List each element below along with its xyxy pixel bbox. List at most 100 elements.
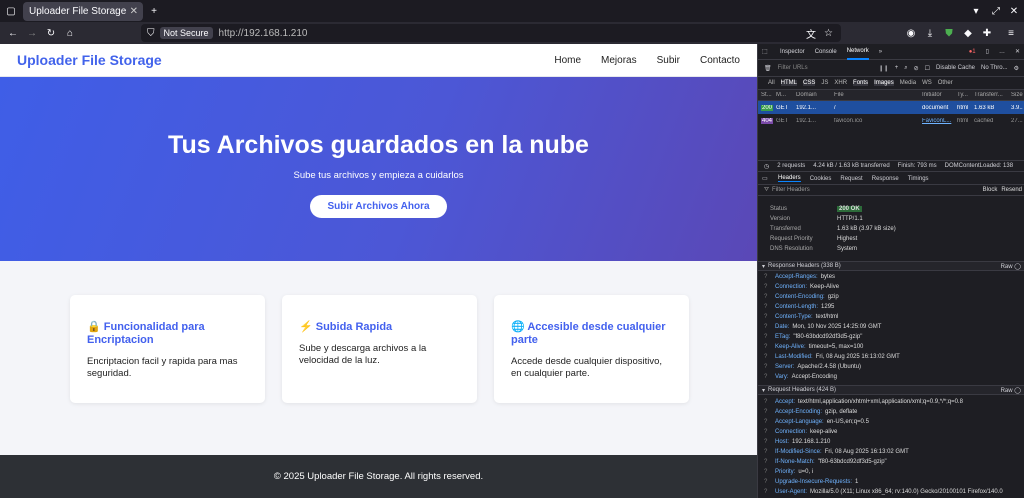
sidebar-toggle-icon[interactable]: ▭: [762, 175, 768, 182]
filter-html[interactable]: HTML: [780, 80, 798, 86]
filter-fonts[interactable]: Fonts: [853, 80, 869, 86]
trash-icon[interactable]: 🗑: [764, 65, 772, 72]
filter-css[interactable]: CSS: [803, 80, 816, 86]
request-initiator[interactable]: FaviconL...: [919, 118, 954, 124]
help-icon[interactable]: ?: [764, 314, 775, 320]
disable-cache-label[interactable]: Disable Cache: [936, 65, 975, 71]
new-tab-icon[interactable]: +: [146, 0, 162, 22]
filter-other[interactable]: Other: [938, 80, 953, 86]
filter-media[interactable]: Media: [900, 80, 916, 86]
block-button[interactable]: Block: [983, 187, 998, 193]
close-window-icon[interactable]: ✕: [1006, 0, 1022, 22]
help-icon[interactable]: ?: [764, 304, 775, 310]
filter-js[interactable]: JS: [821, 80, 828, 86]
col-file[interactable]: File: [831, 92, 919, 98]
filter-headers-input[interactable]: Filter Headers: [772, 187, 810, 193]
help-icon[interactable]: ?: [764, 274, 775, 280]
response-headers-section[interactable]: ▾ Response Headers (338 B) Raw ◯: [758, 261, 1024, 271]
tab-headers[interactable]: Headers: [778, 175, 801, 182]
help-icon[interactable]: ?: [764, 489, 775, 495]
shield-icon[interactable]: ⛉: [147, 28, 155, 39]
help-icon[interactable]: ?: [764, 479, 775, 485]
block-icon[interactable]: ⊘: [914, 65, 919, 72]
more-tabs-icon[interactable]: »: [879, 49, 882, 55]
back-icon[interactable]: ←: [5, 22, 21, 44]
tab-network[interactable]: Network: [846, 44, 869, 60]
help-icon[interactable]: ?: [764, 324, 775, 330]
settings-gear-icon[interactable]: ⚙: [1014, 65, 1019, 72]
col-size[interactable]: Size: [1008, 92, 1023, 98]
filter-ws[interactable]: WS: [922, 80, 932, 86]
tab-list-icon[interactable]: ▢: [3, 0, 19, 22]
close-devtools-icon[interactable]: ✕: [1015, 48, 1024, 55]
menu-icon[interactable]: ≡: [1003, 22, 1019, 44]
tab-request[interactable]: Request: [840, 176, 862, 182]
filter-all[interactable]: All: [768, 80, 775, 86]
devtools-options-icon[interactable]: …: [999, 49, 1005, 55]
responsive-mode-icon[interactable]: ▯: [986, 48, 989, 55]
col-transferred[interactable]: Transferr...: [971, 92, 1008, 98]
url-text[interactable]: http://192.168.1.210: [219, 28, 308, 39]
help-icon[interactable]: ?: [764, 344, 775, 350]
reload-icon[interactable]: ↻: [43, 22, 59, 44]
col-initiator[interactable]: Initiator: [919, 92, 954, 98]
help-icon[interactable]: ?: [764, 439, 775, 445]
search-icon[interactable]: ⌕: [904, 65, 907, 72]
tab-timings[interactable]: Timings: [908, 176, 929, 182]
bookmark-star-icon[interactable]: ☆: [824, 28, 833, 39]
help-icon[interactable]: ?: [764, 399, 775, 405]
help-icon[interactable]: ?: [764, 429, 775, 435]
resend-button[interactable]: Resend: [1001, 187, 1022, 193]
filter-urls-input[interactable]: Filter URLs: [778, 65, 873, 71]
nav-link-subir[interactable]: Subir: [657, 55, 680, 66]
tab-response[interactable]: Response: [872, 176, 899, 182]
help-icon[interactable]: ?: [764, 409, 775, 415]
nav-link-home[interactable]: Home: [554, 55, 581, 66]
nav-link-contacto[interactable]: Contacto: [700, 55, 740, 66]
upload-now-button[interactable]: Subir Archivos Ahora: [310, 195, 447, 218]
col-status[interactable]: St...: [758, 92, 773, 98]
raw-toggle[interactable]: ◯: [1014, 264, 1021, 270]
extension-icon[interactable]: ◆: [960, 22, 976, 44]
help-icon[interactable]: ?: [764, 364, 775, 370]
help-icon[interactable]: ?: [764, 469, 775, 475]
disable-cache-checkbox[interactable]: ☐: [925, 65, 930, 72]
filter-xhr[interactable]: XHR: [834, 80, 847, 86]
request-row[interactable]: 200 GET 192.1... / document html 1.63 kB…: [758, 101, 1024, 114]
throttle-select[interactable]: No Thro...: [981, 65, 1008, 71]
error-count-icon[interactable]: ●1: [969, 49, 976, 55]
col-type[interactable]: Ty...: [954, 92, 971, 98]
help-icon[interactable]: ?: [764, 294, 775, 300]
raw-toggle[interactable]: ◯: [1014, 388, 1021, 394]
close-tab-icon[interactable]: ✕: [130, 6, 138, 17]
tab-cookies[interactable]: Cookies: [810, 176, 832, 182]
extensions-puzzle-icon[interactable]: ✚: [979, 22, 995, 44]
pick-element-icon[interactable]: ⬚: [762, 48, 768, 55]
home-icon[interactable]: ⌂: [62, 22, 78, 44]
help-icon[interactable]: ?: [764, 284, 775, 290]
site-brand[interactable]: Uploader File Storage: [17, 52, 162, 68]
help-icon[interactable]: ?: [764, 419, 775, 425]
browser-tab[interactable]: Uploader File Storage ✕: [23, 2, 143, 21]
col-method[interactable]: M...: [773, 92, 793, 98]
extension-shield-icon[interactable]: ⛊: [941, 22, 957, 44]
nav-link-mejoras[interactable]: Mejoras: [601, 55, 637, 66]
forward-icon[interactable]: →: [24, 22, 40, 44]
address-bar[interactable]: ⛉ Not Secure http://192.168.1.210 文 ☆: [141, 24, 841, 42]
col-domain[interactable]: Domain: [793, 92, 831, 98]
request-row[interactable]: 404 GET 192.1... favicon.ico FaviconL...…: [758, 114, 1024, 127]
tab-inspector[interactable]: Inspector: [780, 49, 805, 55]
help-icon[interactable]: ?: [764, 449, 775, 455]
add-icon[interactable]: +: [895, 65, 899, 71]
help-icon[interactable]: ?: [764, 459, 775, 465]
maximize-icon[interactable]: ⤢: [988, 0, 1004, 22]
minimize-icon[interactable]: ▾: [968, 0, 984, 22]
request-headers-section[interactable]: ▾ Request Headers (424 B) Raw ◯: [758, 385, 1024, 395]
help-icon[interactable]: ?: [764, 374, 775, 380]
performance-icon[interactable]: ◷: [764, 163, 769, 170]
help-icon[interactable]: ?: [764, 354, 775, 360]
pocket-icon[interactable]: ◉: [903, 22, 919, 44]
translate-icon[interactable]: 文: [806, 26, 816, 41]
not-secure-badge[interactable]: Not Secure: [159, 27, 213, 39]
tab-console[interactable]: Console: [815, 49, 837, 55]
